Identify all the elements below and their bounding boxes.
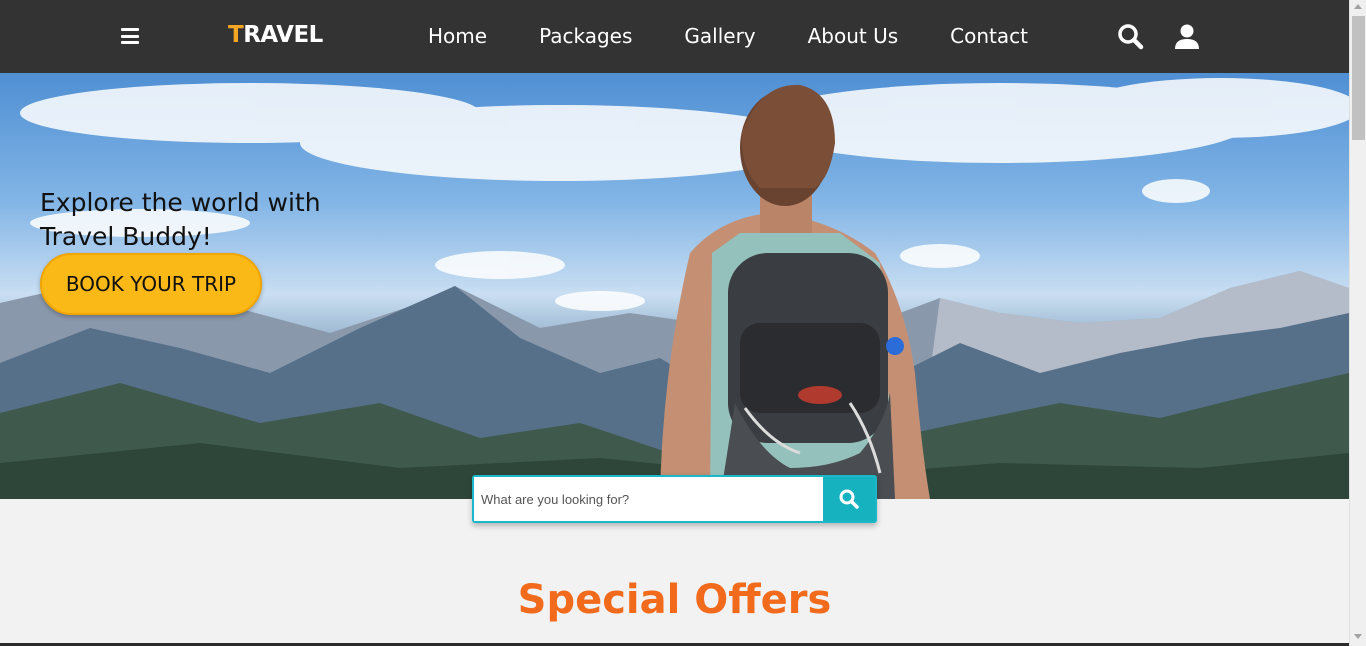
- scroll-down-arrow-icon[interactable]: [1354, 634, 1362, 639]
- hero-title: Explore the world with Travel Buddy!: [40, 186, 321, 254]
- search-submit-button[interactable]: [823, 477, 875, 521]
- search-icon[interactable]: [1116, 22, 1146, 52]
- nav-link-home[interactable]: Home: [428, 24, 487, 48]
- logo-text: RAVEL: [243, 22, 323, 48]
- nav-link-packages[interactable]: Packages: [539, 24, 632, 48]
- site-logo[interactable]: TRAVEL: [228, 22, 323, 48]
- hero-banner: Explore the world with Travel Buddy! BOO…: [0, 73, 1349, 499]
- logo-first-letter: T: [228, 22, 244, 48]
- search-input[interactable]: [474, 477, 823, 521]
- nav-link-gallery[interactable]: Gallery: [684, 24, 755, 48]
- hamburger-menu-icon[interactable]: [121, 28, 139, 44]
- scroll-up-arrow-icon[interactable]: [1354, 4, 1362, 9]
- main-nav: Home Packages Gallery About Us Contact: [428, 24, 1080, 48]
- top-navbar: TRAVEL Home Packages Gallery About Us Co…: [0, 0, 1349, 73]
- book-your-trip-button[interactable]: BOOK YOUR TRIP: [40, 253, 262, 315]
- nav-link-about-us[interactable]: About Us: [808, 24, 899, 48]
- page-scrollbar[interactable]: [1349, 0, 1366, 646]
- nav-link-contact[interactable]: Contact: [950, 24, 1028, 48]
- hero-title-line-2: Travel Buddy!: [40, 222, 212, 251]
- user-icon[interactable]: [1172, 22, 1202, 52]
- search-bar: [472, 475, 877, 523]
- special-offers-heading: Special Offers: [517, 577, 832, 623]
- hero-title-line-1: Explore the world with: [40, 188, 321, 217]
- search-icon: [839, 489, 859, 509]
- scrollbar-thumb[interactable]: [1352, 16, 1365, 140]
